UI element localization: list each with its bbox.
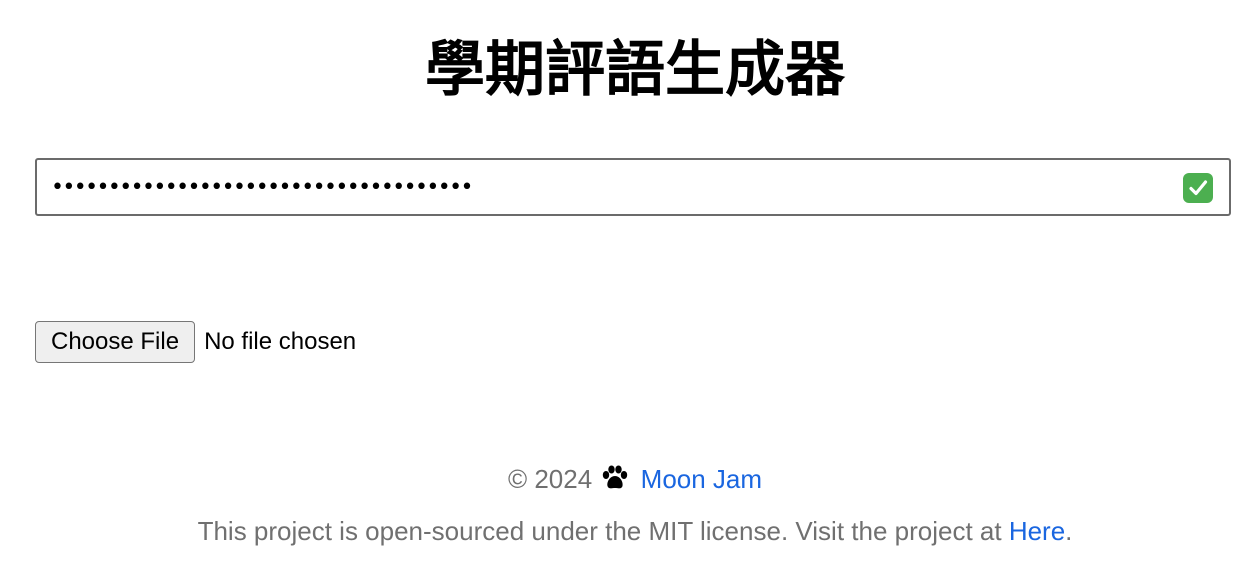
project-link[interactable]: Here [1009, 516, 1065, 546]
api-key-input[interactable]: ••••••••••••••••••••••••••••••••••••• [35, 158, 1231, 216]
author-link[interactable]: Moon Jam [641, 464, 762, 494]
copyright-text: © 2024 [507, 464, 593, 494]
footer-credit: © 2024 Moon Jam [0, 461, 1254, 500]
api-key-masked-value[interactable]: ••••••••••••••••••••••••••••••••••••• [51, 160, 474, 216]
file-status-text: No file chosen [204, 328, 357, 355]
file-upload: Choose File No file chosen [35, 321, 356, 363]
paw-icon [601, 464, 629, 500]
check-mark-icon [1183, 173, 1213, 203]
page-title: 學期評語生成器 [425, 35, 845, 105]
choose-file-button[interactable]: Choose File [35, 321, 196, 363]
footer-license: This project is open-sourced under the M… [0, 513, 1254, 549]
license-period: . [1065, 516, 1073, 546]
license-text: This project is open-sourced under the M… [197, 516, 1002, 546]
